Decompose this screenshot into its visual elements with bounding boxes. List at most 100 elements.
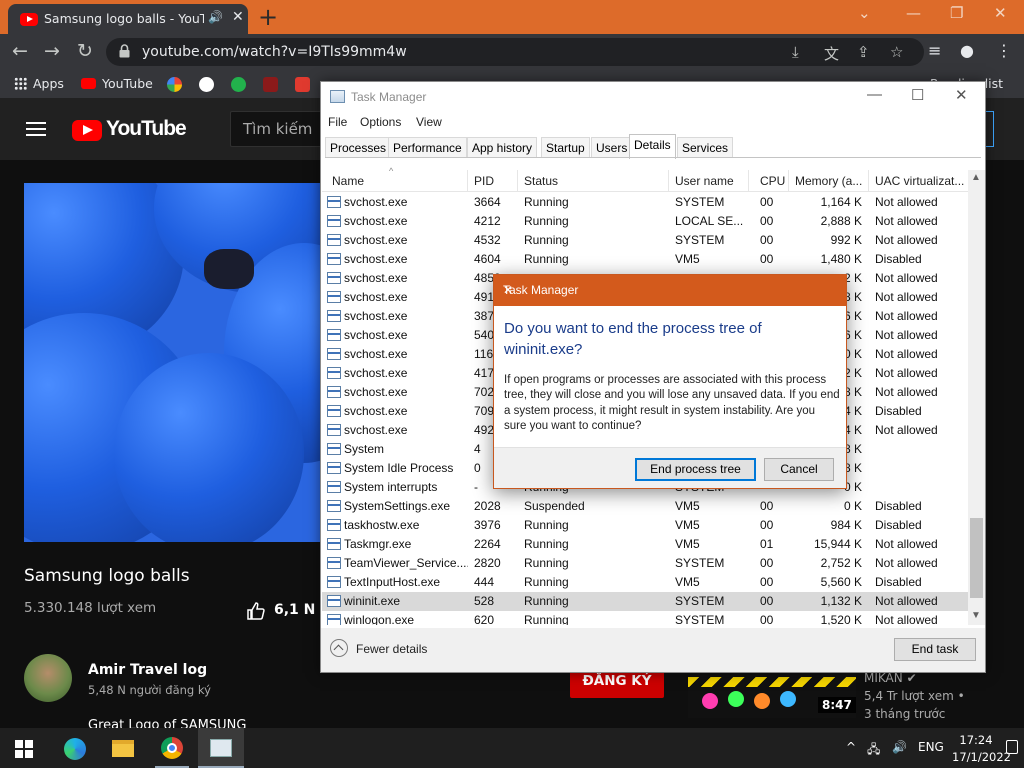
cancel-button[interactable]: Cancel: [764, 458, 834, 481]
column-header-memory[interactable]: Memory (a...: [789, 170, 869, 192]
process-icon: [327, 538, 341, 550]
tab-audio-icon[interactable]: 🔊: [208, 10, 223, 24]
scroll-down-icon[interactable]: ▼: [971, 610, 981, 621]
column-header-status[interactable]: Status: [518, 170, 669, 192]
column-header-cpu[interactable]: CPU: [749, 170, 789, 192]
hamburger-menu-icon[interactable]: [26, 122, 46, 136]
share-icon[interactable]: ⇪: [857, 43, 870, 61]
process-list-scrollbar[interactable]: ▲ ▼: [968, 170, 985, 625]
scrollbar-thumb[interactable]: [970, 518, 983, 598]
minimize-icon[interactable]: —: [906, 4, 921, 22]
channel-avatar[interactable]: [24, 654, 72, 702]
tab-processes[interactable]: Processes: [325, 137, 392, 158]
media-queue-icon[interactable]: ≡: [928, 41, 941, 60]
taskbar-file-explorer[interactable]: [100, 728, 146, 768]
profile-icon[interactable]: ●: [960, 41, 974, 60]
process-row[interactable]: winlogon.exe 620 Running SYSTEM 00 1,520 K Not…: [322, 611, 968, 625]
address-bar[interactable]: youtube.com/watch?v=I9TIs99mm4w ⤓ 文 ⇪ ☆: [106, 38, 924, 66]
thumbs-up-icon[interactable]: [246, 601, 266, 621]
clock-time[interactable]: 17:24: [954, 733, 998, 747]
fewer-details-link[interactable]: Fewer details: [356, 642, 427, 656]
bookmark-youtube[interactable]: YouTube: [81, 76, 153, 91]
end-process-tree-button[interactable]: End process tree: [635, 458, 756, 481]
column-header-user[interactable]: User name: [669, 170, 749, 192]
chevron-up-circle-icon[interactable]: [330, 639, 348, 657]
tab-details[interactable]: Details: [629, 134, 676, 159]
youtube-wordmark[interactable]: YouTube: [106, 117, 187, 141]
clock-date[interactable]: 17/1/2022: [952, 750, 1011, 764]
tab-close-icon[interactable]: ✕: [232, 9, 244, 25]
dialog-titlebar[interactable]: Task Manager ✕: [494, 275, 846, 306]
input-language[interactable]: ENG: [918, 740, 944, 754]
video-player[interactable]: [24, 183, 322, 542]
process-row[interactable]: svchost.exe 4604 Running VM5 00 1,480 K Disabl…: [322, 250, 968, 269]
volume-icon[interactable]: 🔊: [892, 740, 907, 754]
tm-minimize-icon[interactable]: —: [867, 86, 882, 103]
process-row[interactable]: TextInputHost.exe 444 Running VM5 00 5,560 K D…: [322, 573, 968, 592]
column-header-pid[interactable]: PID: [468, 170, 518, 192]
menu-options[interactable]: Options: [360, 115, 401, 129]
process-row[interactable]: svchost.exe 3664 Running SYSTEM 00 1,164 K Not…: [322, 193, 968, 212]
taskbar-edge[interactable]: [51, 728, 97, 768]
process-row[interactable]: wininit.exe 528 Running SYSTEM 00 1,132 K Not …: [322, 592, 968, 611]
taskbar-chrome[interactable]: [149, 728, 195, 768]
dialog-message: If open programs or processes are associ…: [504, 374, 840, 433]
tab-services[interactable]: Services: [677, 137, 734, 158]
mario-bookmark-icon[interactable]: [295, 77, 310, 92]
scroll-up-icon[interactable]: ▲: [971, 172, 981, 183]
tm-close-icon[interactable]: ✕: [955, 86, 968, 104]
process-user: SYSTEM: [675, 556, 725, 570]
column-header-name[interactable]: Name: [322, 170, 468, 192]
tray-overflow-icon[interactable]: ^: [846, 740, 856, 754]
process-row[interactable]: SystemSettings.exe 2028 Suspended VM5 00 0 K D…: [322, 497, 968, 516]
process-cpu: 00: [760, 594, 774, 608]
tab-app-history[interactable]: App history: [467, 137, 538, 158]
forward-icon[interactable]: →: [44, 40, 60, 62]
process-row[interactable]: TeamViewer_Service.... 2820 Running SYSTEM 0…: [322, 554, 968, 573]
channel-name[interactable]: Amir Travel log: [88, 662, 207, 678]
dialog-close-icon[interactable]: ✕: [503, 283, 513, 297]
youtube-search-input[interactable]: Tìm kiếm: [230, 111, 330, 147]
globe-bookmark-icon[interactable]: [199, 77, 214, 92]
back-icon[interactable]: ←: [12, 40, 28, 62]
process-cpu: 00: [760, 518, 774, 532]
menu-file[interactable]: File: [328, 115, 347, 129]
tab-performance[interactable]: Performance: [388, 137, 467, 158]
process-row[interactable]: svchost.exe 4212 Running LOCAL SE... 00 2,888…: [322, 212, 968, 231]
taskbar-task-manager[interactable]: [198, 728, 244, 768]
new-tab-icon[interactable]: +: [258, 3, 278, 31]
process-row[interactable]: svchost.exe 4532 Running SYSTEM 00 992 K Not a…: [322, 231, 968, 250]
install-icon[interactable]: ⤓: [792, 43, 799, 61]
google-bookmark-icon[interactable]: [167, 77, 182, 92]
windows-start-icon[interactable]: [15, 740, 33, 758]
process-row[interactable]: Taskmgr.exe 2264 Running VM5 01 15,944 K Not a…: [322, 535, 968, 554]
tabs-divider: [325, 157, 981, 158]
tab-startup[interactable]: Startup: [541, 137, 590, 158]
process-status: Running: [524, 594, 569, 608]
green-bookmark-icon[interactable]: [231, 77, 246, 92]
bookmark-apps[interactable]: Apps: [14, 76, 64, 91]
red-bookmark-icon[interactable]: [263, 77, 278, 92]
tm-maximize-icon[interactable]: ☐: [911, 86, 924, 104]
tab-users[interactable]: Users: [591, 137, 633, 158]
task-manager-titlebar[interactable]: Task Manager — ☐ ✕: [321, 82, 985, 112]
youtube-logo-icon[interactable]: [72, 120, 102, 141]
notification-icon[interactable]: [1006, 740, 1018, 754]
end-task-button[interactable]: End task: [894, 638, 976, 661]
browser-tab-youtube[interactable]: Samsung logo balls - YouTube 🔊 ✕: [8, 4, 248, 34]
sign-in-button[interactable]: [986, 111, 994, 147]
menu-kebab-icon[interactable]: ⋮: [996, 41, 1012, 60]
process-user: SYSTEM: [675, 594, 725, 608]
column-header-uac[interactable]: UAC virtualizat...: [869, 170, 968, 192]
lock-icon: [119, 44, 130, 58]
bookmark-star-icon[interactable]: ☆: [890, 43, 903, 61]
tab-search-icon[interactable]: ⌄: [858, 4, 871, 22]
browser-tab-strip: Samsung logo balls - YouTube 🔊 ✕ + ⌄ — ❐…: [0, 0, 1024, 34]
translate-icon[interactable]: 文: [824, 43, 839, 64]
process-row[interactable]: taskhostw.exe 3976 Running VM5 00 984 K Disabl…: [322, 516, 968, 535]
menu-view[interactable]: View: [416, 115, 442, 129]
close-window-icon[interactable]: ✕: [994, 4, 1007, 22]
restore-icon[interactable]: ❐: [950, 4, 963, 22]
network-icon[interactable]: 🖧: [867, 740, 880, 761]
reload-icon[interactable]: ↻: [77, 40, 93, 62]
